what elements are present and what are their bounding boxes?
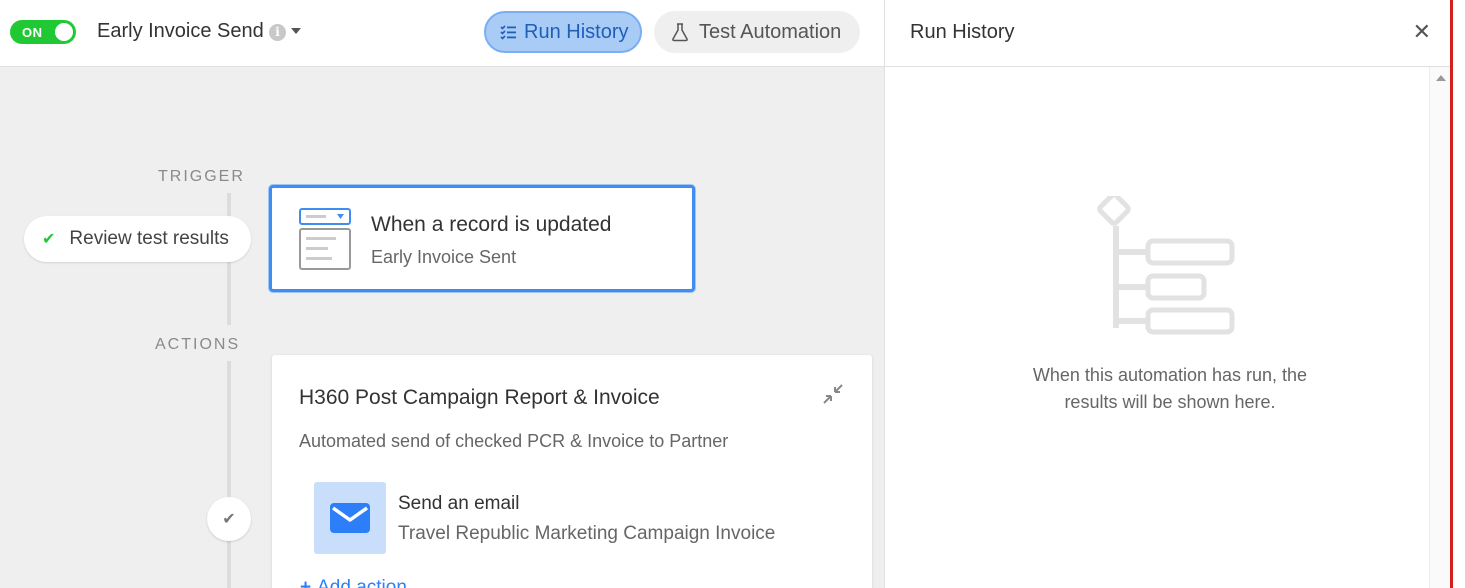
test-automation-button[interactable]: Test Automation (654, 11, 860, 53)
connector-line (227, 361, 231, 588)
actions-section-label: ACTIONS (155, 336, 241, 353)
automation-toolbar: ON Early Invoice Send i Run History Test… (0, 0, 884, 67)
window-edge-margin (1453, 0, 1465, 588)
flow-tree-icon (1097, 196, 1235, 335)
email-step-subtitle: Travel Republic Marketing Campaign Invoi… (398, 523, 776, 544)
review-test-results-label: Review test results (69, 228, 229, 249)
action-group-description: Automated send of checked PCR & Invoice … (299, 431, 729, 451)
automation-on-toggle[interactable]: ON (10, 20, 76, 44)
panel-title: Run History (910, 21, 1015, 43)
toggle-label: ON (22, 25, 43, 40)
review-test-results-button[interactable]: ✔ Review test results (24, 216, 251, 262)
run-history-button[interactable]: Run History (484, 11, 642, 53)
automation-name[interactable]: Early Invoice Send (97, 20, 264, 43)
plus-icon: + (300, 577, 312, 588)
flask-icon (672, 23, 688, 42)
add-action-button[interactable]: + Add action (300, 577, 407, 588)
chevron-down-icon[interactable] (291, 28, 301, 34)
action-group-card[interactable]: H360 Post Campaign Report & Invoice Auto… (272, 355, 872, 588)
automation-canvas: TRIGGER ACTIONS ✔ Review test results Wh… (0, 67, 884, 588)
action-group-title[interactable]: H360 Post Campaign Report & Invoice (299, 386, 660, 410)
empty-state-message: When this automation has run, the result… (1032, 365, 1308, 412)
email-step-icon-tile[interactable] (314, 482, 386, 554)
envelope-icon (330, 503, 370, 533)
add-action-label: Add action (317, 577, 407, 588)
record-form-icon (299, 208, 351, 270)
toggle-knob (55, 23, 73, 41)
panel-scrollbar[interactable] (1429, 67, 1451, 588)
email-step-title[interactable]: Send an email (398, 493, 519, 515)
step-check-icon: ✔ (207, 497, 251, 541)
collapse-icon[interactable] (822, 383, 844, 405)
panel-header: Run History ✕ (885, 0, 1451, 67)
close-icon[interactable]: ✕ (1413, 19, 1431, 45)
run-history-panel: Run History ✕ When this automation has r… (884, 0, 1451, 588)
scroll-up-arrow-icon[interactable] (1436, 75, 1446, 81)
checklist-icon (500, 25, 516, 40)
trigger-section-label: TRIGGER (158, 168, 245, 185)
info-icon[interactable]: i (269, 24, 286, 41)
run-history-label: Run History (524, 20, 629, 43)
test-automation-label: Test Automation (699, 20, 842, 43)
check-icon: ✔ (42, 231, 56, 248)
trigger-subtitle: Early Invoice Sent (371, 247, 517, 267)
trigger-card[interactable]: When a record is updated Early Invoice S… (269, 185, 695, 292)
trigger-title: When a record is updated (371, 213, 612, 236)
